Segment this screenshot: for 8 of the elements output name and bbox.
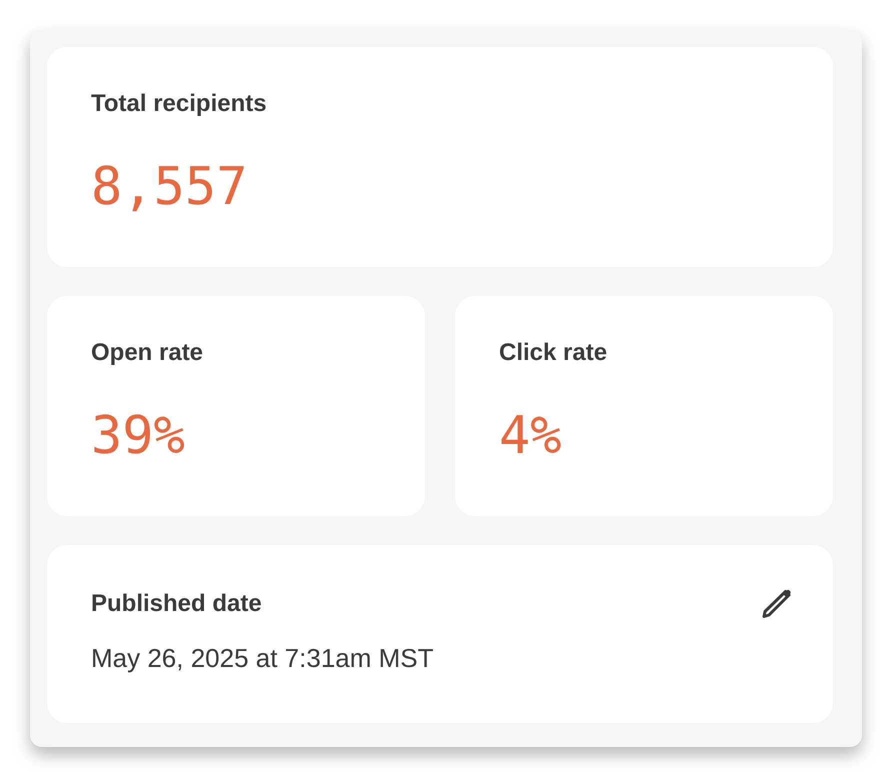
stat-value: 4%: [499, 406, 562, 466]
stat-value: 39%: [91, 406, 185, 466]
published-label: Published date: [91, 589, 262, 619]
stat-value: 8,557: [91, 157, 248, 217]
published-date: May 26, 2025 at 7:31am MST: [91, 642, 434, 674]
stat-label: Click rate: [499, 338, 608, 368]
stat-label: Open rate: [91, 338, 204, 368]
stat-label: Total recipients: [91, 89, 267, 119]
